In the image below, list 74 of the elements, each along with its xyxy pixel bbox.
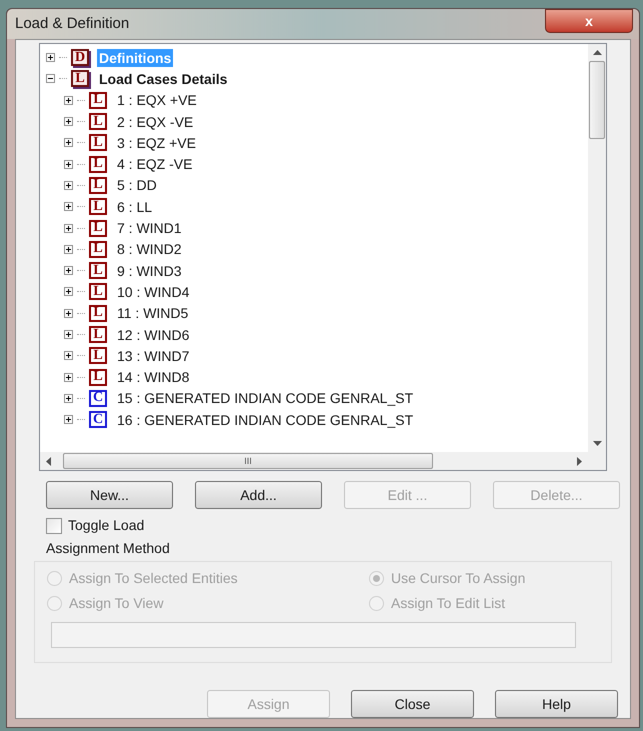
node-type-icon: L xyxy=(89,347,107,364)
expand-icon[interactable] xyxy=(64,308,73,318)
expand-icon[interactable] xyxy=(64,372,73,382)
node-type-icon: L xyxy=(71,70,89,88)
tree-item[interactable]: 7 : WIND1 xyxy=(115,219,184,238)
node-type-icon: C xyxy=(89,411,107,428)
scroll-right-icon[interactable] xyxy=(577,456,582,466)
expand-icon[interactable] xyxy=(64,244,73,254)
tree-item[interactable]: 13 : WIND7 xyxy=(115,346,192,365)
toggle-load-checkbox[interactable] xyxy=(46,518,62,534)
tree-item[interactable]: 4 : EQZ -VE xyxy=(115,155,194,174)
vertical-scrollbar[interactable] xyxy=(588,44,606,452)
node-type-icon: L xyxy=(89,283,107,300)
node-type-icon: L xyxy=(89,368,107,386)
tree-item[interactable]: 1 : EQX +VE xyxy=(115,91,199,110)
collapse-icon[interactable] xyxy=(46,74,55,84)
expand-icon[interactable] xyxy=(64,330,73,339)
tree-item[interactable]: 2 : EQX -VE xyxy=(115,112,196,131)
expand-icon[interactable] xyxy=(64,117,73,126)
input-field[interactable] xyxy=(51,622,576,648)
scroll-thumb[interactable]: III xyxy=(63,453,433,469)
node-type-icon: L xyxy=(89,220,107,237)
expand-icon[interactable] xyxy=(64,266,73,276)
node-type-icon: L xyxy=(89,304,107,322)
push-button[interactable]: Add... xyxy=(195,481,322,509)
node-type-icon: L xyxy=(89,198,107,216)
node-type-icon: L xyxy=(89,176,107,194)
expand-icon[interactable] xyxy=(64,415,73,424)
tree-item[interactable]: 16 : GENERATED INDIAN CODE GENRAL_ST xyxy=(115,410,416,429)
node-type-icon: L xyxy=(89,326,107,343)
radio-label: Assign To View xyxy=(69,594,164,613)
tree-item[interactable]: 6 : LL xyxy=(115,198,154,216)
expand-icon[interactable] xyxy=(64,160,73,169)
tree-item[interactable]: 11 : WIND5 xyxy=(115,304,190,322)
tree-item[interactable]: 10 : WIND4 xyxy=(115,282,192,301)
node-type-icon: L xyxy=(89,134,107,152)
tree-item[interactable]: 15 : GENERATED INDIAN CODE GENRAL_ST xyxy=(115,389,416,408)
node-type-icon: L xyxy=(89,262,107,280)
tree-item[interactable]: 9 : WIND3 xyxy=(115,262,184,280)
node-type-icon: D xyxy=(71,49,89,66)
scroll-left-icon[interactable] xyxy=(46,456,51,466)
scroll-up-icon[interactable] xyxy=(592,50,602,55)
tree-item[interactable]: 14 : WIND8 xyxy=(115,368,192,386)
expand-icon[interactable] xyxy=(64,180,73,190)
node-type-icon: L xyxy=(89,113,107,130)
tree-item[interactable]: 8 : WIND2 xyxy=(115,240,184,258)
expand-icon[interactable] xyxy=(64,138,73,148)
expand-icon[interactable] xyxy=(64,224,73,233)
expand-icon[interactable] xyxy=(64,96,73,105)
scroll-thumb[interactable] xyxy=(589,61,605,139)
window-title: Load & Definition xyxy=(15,14,130,34)
radio-label: Assign To Selected Entities xyxy=(69,569,238,588)
expand-icon[interactable] xyxy=(64,351,73,360)
node-type-icon: C xyxy=(89,390,107,407)
expand-icon[interactable] xyxy=(64,202,73,212)
tree-item[interactable]: 5 : DD xyxy=(115,176,159,194)
tree-item[interactable]: Load Cases Details xyxy=(97,70,230,88)
radio-label: Assign To Edit List xyxy=(391,594,506,613)
push-button[interactable]: Close xyxy=(351,690,474,718)
group-title: Assignment Method xyxy=(46,539,171,558)
node-type-icon: L xyxy=(89,156,107,173)
push-button[interactable]: Help xyxy=(495,690,618,718)
node-type-icon: L xyxy=(89,240,107,258)
radio-label: Use Cursor To Assign xyxy=(391,569,526,588)
push-button[interactable]: New... xyxy=(46,481,173,509)
tree-item[interactable]: 12 : WIND6 xyxy=(115,326,192,344)
title-bar-x-button[interactable]: x xyxy=(545,9,633,33)
tree-item[interactable]: 3 : EQZ +VE xyxy=(115,134,198,152)
checkbox-label: Toggle Load xyxy=(68,516,144,535)
node-type-icon: L xyxy=(89,92,107,109)
expand-icon[interactable] xyxy=(64,394,73,403)
expand-icon[interactable] xyxy=(64,287,73,296)
expand-icon[interactable] xyxy=(46,53,55,62)
scroll-down-icon[interactable] xyxy=(592,441,602,446)
